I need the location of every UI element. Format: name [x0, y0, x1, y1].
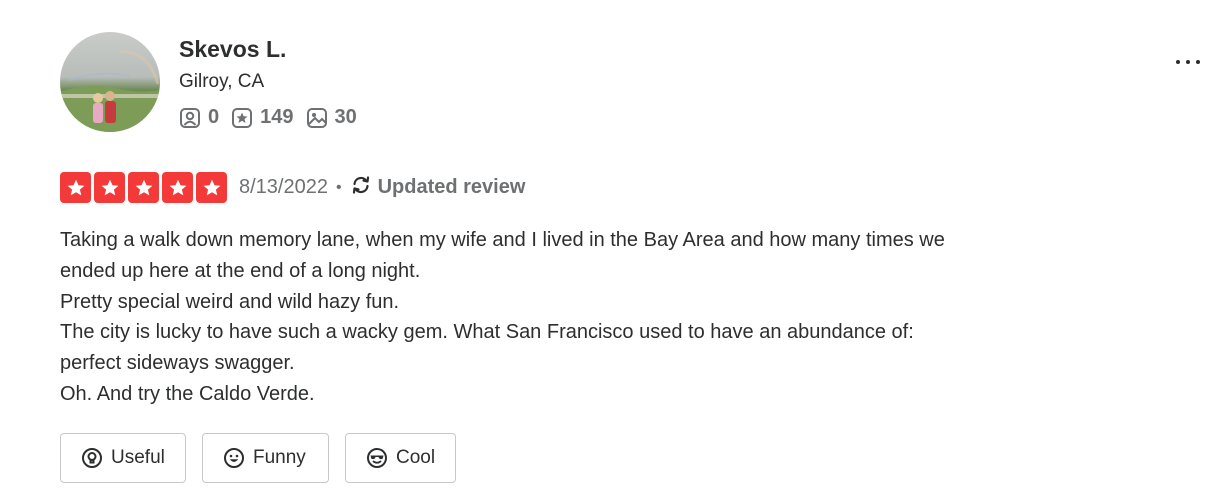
star-icon	[60, 172, 91, 203]
user-location: Gilroy, CA	[179, 71, 265, 92]
reviews-stat: 149	[231, 106, 294, 129]
smile-icon	[223, 447, 245, 469]
review-date: 8/13/2022	[239, 176, 328, 198]
photos-count: 30	[334, 106, 357, 128]
more-options-button[interactable]	[1168, 50, 1208, 74]
useful-label: Useful	[111, 447, 165, 468]
user-name[interactable]: Skevos L.	[179, 36, 286, 63]
rating-row: 8/13/2022 • Updated review	[60, 172, 525, 203]
star-icon	[128, 172, 159, 203]
review-line: Oh. And try the Caldo Verde.	[60, 382, 315, 405]
sunglasses-icon	[366, 447, 388, 469]
refresh-icon	[350, 174, 372, 202]
photos-stat: 30	[306, 106, 357, 129]
updated-review-link[interactable]: Updated review	[350, 174, 526, 202]
useful-button[interactable]: Useful	[60, 433, 186, 483]
review-line: perfect sideways swagger.	[60, 352, 295, 375]
photo-icon	[306, 107, 328, 129]
star-icon	[162, 172, 193, 203]
review-line: ended up here at the end of a long night…	[60, 259, 421, 282]
review-star-icon	[231, 107, 253, 129]
friends-stat: 0	[179, 106, 219, 129]
review-line: Taking a walk down memory lane, when my …	[60, 229, 945, 251]
review-line: Pretty special weird and wild hazy fun.	[60, 290, 400, 313]
updated-review-label: Updated review	[377, 176, 526, 198]
review-text: Taking a walk down memory lane, when my …	[60, 225, 1140, 410]
user-stats: 0 149 30	[179, 106, 357, 129]
reaction-buttons: Useful Funny Cool	[60, 433, 456, 483]
friends-count: 0	[208, 106, 220, 128]
separator-dot: •	[335, 178, 342, 196]
funny-button[interactable]: Funny	[202, 433, 329, 483]
star-rating	[60, 172, 227, 203]
more-dots-icon	[1176, 60, 1180, 64]
reviews-count: 149	[260, 106, 294, 128]
friends-icon	[179, 107, 201, 129]
avatar[interactable]	[60, 32, 160, 132]
cool-label: Cool	[396, 447, 436, 468]
lightbulb-icon	[81, 447, 103, 469]
review-line: The city is lucky to have such a wacky g…	[60, 321, 914, 344]
cool-button[interactable]: Cool	[345, 433, 456, 483]
funny-label: Funny	[253, 447, 306, 468]
star-icon	[94, 172, 125, 203]
star-icon	[196, 172, 227, 203]
review-card: Skevos L. Gilroy, CA 0 149 30 8/13/2022 …	[0, 0, 1227, 500]
